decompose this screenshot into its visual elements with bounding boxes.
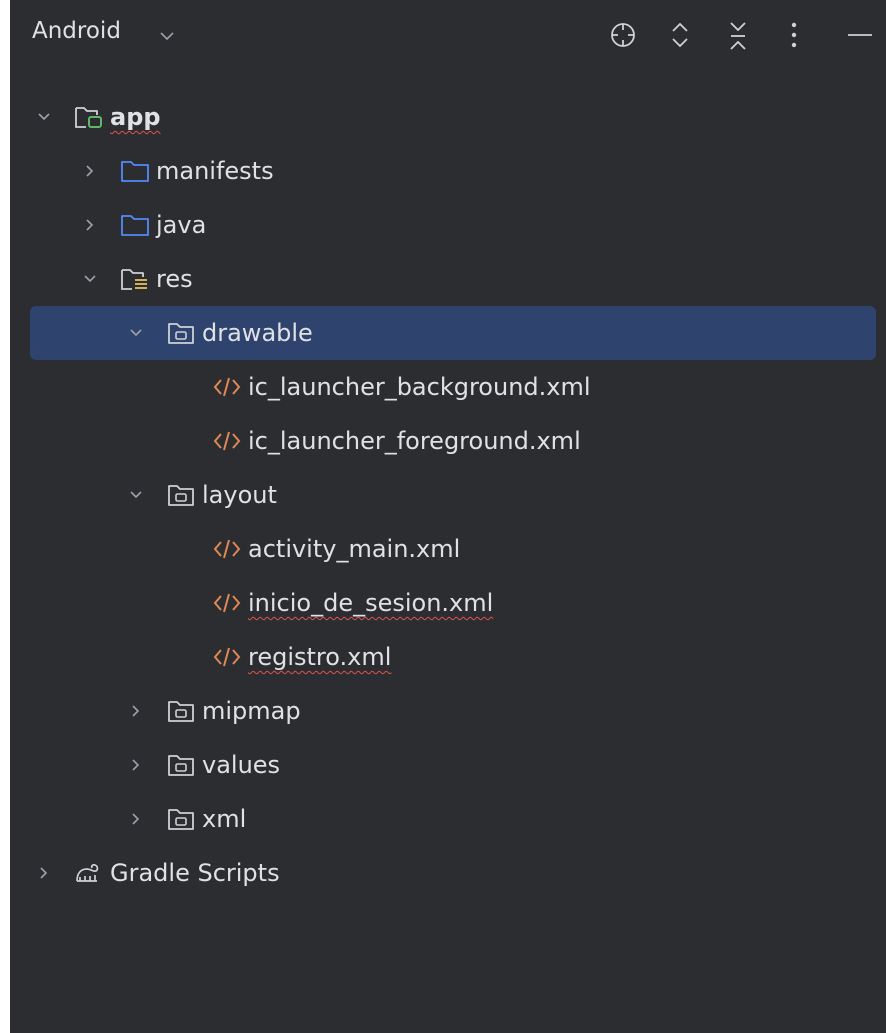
tree-item-drawable[interactable]: drawable — [30, 306, 876, 360]
tree-item-label: drawable — [202, 319, 313, 347]
chevron-down-icon[interactable] — [128, 325, 144, 341]
tree-item-gradle-scripts[interactable]: Gradle Scripts — [10, 846, 886, 900]
tree-item-label: app — [110, 103, 161, 131]
module-icon — [74, 104, 104, 130]
res-dir-icon — [166, 806, 196, 832]
chevron-right-icon[interactable] — [82, 163, 98, 179]
tree-item-label: layout — [202, 481, 277, 509]
chevron-down-icon[interactable] — [82, 271, 98, 287]
res-dir-icon — [166, 320, 196, 346]
tree-item-ic-launcher-foreground-xml[interactable]: ic_launcher_foreground.xml — [10, 414, 886, 468]
folder-icon — [120, 212, 150, 238]
folder-icon — [120, 158, 150, 184]
crosshair-icon[interactable] — [608, 20, 638, 54]
tree-item-label: xml — [202, 805, 247, 833]
view-selector-label[interactable]: Android — [32, 18, 121, 44]
tree-item-label: java — [156, 211, 207, 239]
view-selector-chevron-down-icon[interactable] — [160, 26, 174, 45]
xml-icon — [212, 536, 242, 562]
minimize-icon[interactable] — [846, 20, 874, 54]
chevron-right-icon[interactable] — [82, 217, 98, 233]
tree-item-label: registro.xml — [248, 643, 392, 671]
tree-item-registro-xml[interactable]: registro.xml — [10, 630, 886, 684]
tree-item-label: manifests — [156, 157, 274, 185]
xml-icon — [212, 374, 242, 400]
tree-item-layout[interactable]: layout — [10, 468, 886, 522]
tool-window-header: Android — [10, 0, 886, 72]
xml-icon — [212, 590, 242, 616]
tree-item-xml[interactable]: xml — [10, 792, 886, 846]
chevron-right-icon[interactable] — [128, 757, 144, 773]
more-icon[interactable] — [789, 20, 799, 54]
res-folder-icon — [120, 266, 150, 292]
project-tool-window: Android app manifests java res drawable … — [10, 0, 886, 1033]
tree-item-label: values — [202, 751, 281, 779]
tree-item-label: Gradle Scripts — [110, 859, 280, 887]
tree-item-label: ic_launcher_foreground.xml — [248, 427, 581, 455]
chevron-right-icon[interactable] — [128, 703, 144, 719]
gradle-icon — [74, 860, 104, 886]
tree-item-manifests[interactable]: manifests — [10, 144, 886, 198]
tree-item-mipmap[interactable]: mipmap — [10, 684, 886, 738]
chevron-right-icon[interactable] — [36, 865, 52, 881]
res-dir-icon — [166, 482, 196, 508]
xml-icon — [212, 644, 242, 670]
collapse-icon[interactable] — [726, 20, 750, 56]
res-dir-icon — [166, 698, 196, 724]
tree-item-ic-launcher-background-xml[interactable]: ic_launcher_background.xml — [10, 360, 886, 414]
tree-item-label: activity_main.xml — [248, 535, 461, 563]
tree-item-activity-main-xml[interactable]: activity_main.xml — [10, 522, 886, 576]
tree-item-label: ic_launcher_background.xml — [248, 373, 591, 401]
tree-item-label: inicio_de_sesion.xml — [248, 589, 494, 617]
tree-item-java[interactable]: java — [10, 198, 886, 252]
chevron-down-icon[interactable] — [36, 109, 52, 125]
tree-item-values[interactable]: values — [10, 738, 886, 792]
xml-icon — [212, 428, 242, 454]
tree-item-app[interactable]: app — [10, 90, 886, 144]
project-tree: app manifests java res drawable ic_launcher_b… — [10, 90, 886, 900]
expand-icon[interactable] — [668, 20, 692, 54]
tree-item-inicio-de-sesion-xml[interactable]: inicio_de_sesion.xml — [10, 576, 886, 630]
tree-item-label: res — [156, 265, 193, 293]
tree-item-label: mipmap — [202, 697, 301, 725]
res-dir-icon — [166, 752, 196, 778]
chevron-right-icon[interactable] — [128, 811, 144, 827]
tree-item-res[interactable]: res — [10, 252, 886, 306]
chevron-down-icon[interactable] — [128, 487, 144, 503]
